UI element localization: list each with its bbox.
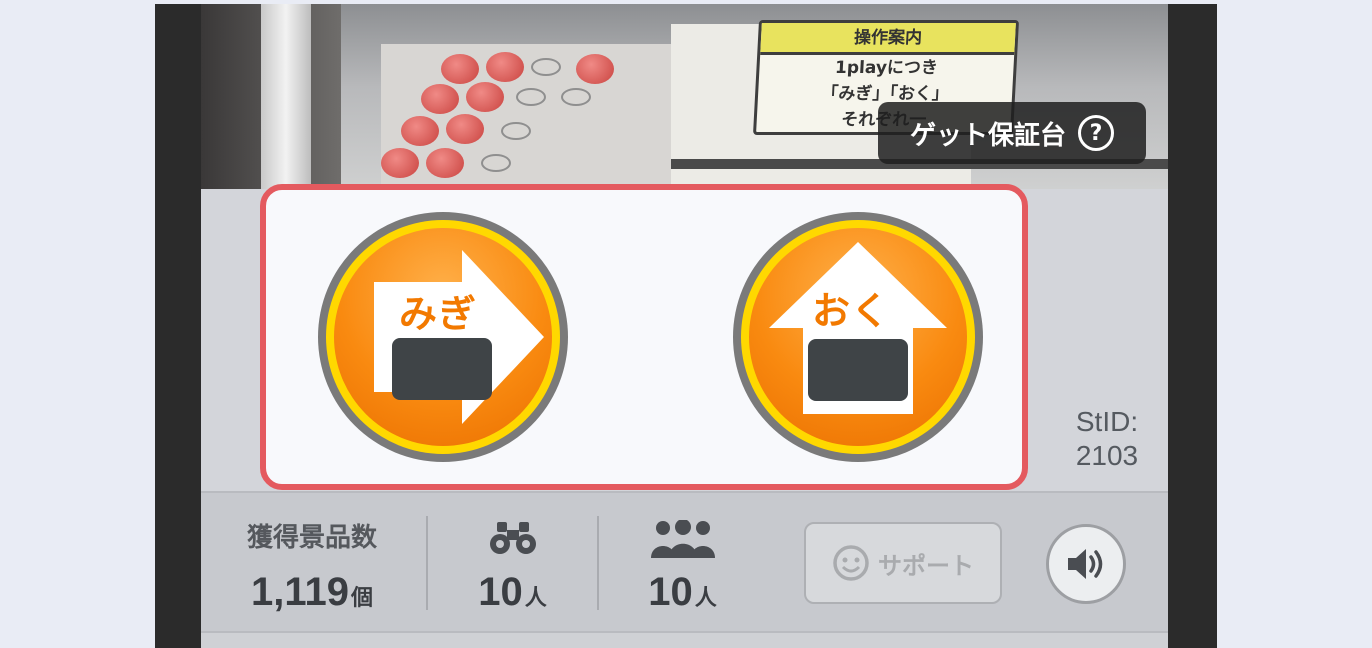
get-guarantee-label: ゲット保証台 [909,120,1066,151]
prize-ball [421,84,459,114]
back-button-label: おく [812,289,891,333]
station-id: StID: 2103 [1062,405,1152,473]
prize-ball [576,54,614,84]
sound-toggle-button[interactable] [1046,524,1126,604]
prize-ball [486,52,524,82]
prizes-won-stat: 獲得景品数 1,119個 [232,520,392,621]
speaker-icon [1068,549,1103,579]
players-value-row: 10人 [625,570,740,621]
players-value: 10 [648,570,693,614]
empty-slot [481,154,511,172]
back-move-button[interactable]: おく [733,212,983,462]
players-icon-row [625,520,740,558]
empty-slot [531,58,561,76]
button-ring: おく [741,220,975,454]
group-icon [650,520,715,558]
watchers-stat: 10人 [455,520,570,621]
station-id-label: StID: [1075,406,1139,437]
prizes-won-label: 獲得景品数 [246,523,377,553]
stat-divider [597,516,599,610]
watchers-value-row: 10人 [455,570,570,621]
button-face: みぎ [334,228,552,446]
prizes-won-value: 1,119 [251,570,349,614]
right-button-label: みぎ [399,292,478,336]
watchers-icon-row [455,520,570,556]
prize-ball [426,148,464,178]
smiley-icon [833,545,869,581]
station-id-value: 2103 [1075,440,1139,471]
empty-slot [516,88,546,106]
empty-slot [501,122,531,140]
status-bar-bottom [201,631,1168,648]
prize-ball [466,82,504,112]
players-unit: 人 [694,586,717,611]
prize-ball [401,116,439,146]
back-button-counter [808,339,908,401]
help-icon: ? [1078,115,1114,151]
prizes-won-value-row: 1,119個 [232,570,392,621]
watchers-unit: 人 [524,586,547,611]
support-button[interactable]: サポート [804,522,1002,604]
camera-pole [261,4,311,189]
guide-line: 1playにつき [834,58,939,78]
button-face: おく [749,228,967,446]
stat-divider [426,516,428,610]
prizes-won-unit: 個 [350,586,373,611]
get-guarantee-button[interactable]: ゲット保証台 ? [878,102,1146,164]
button-ring: みぎ [326,220,560,454]
guide-title: 操作案内 [760,23,1016,55]
prize-bin [381,44,671,189]
right-button-counter [392,338,492,400]
watchers-value: 10 [478,570,523,614]
empty-slot [561,88,591,106]
up-arrow-icon [769,242,947,414]
prize-ball [446,114,484,144]
prize-ball [381,148,419,178]
players-stat: 10人 [625,520,740,621]
binoculars-icon [489,522,536,554]
right-move-button[interactable]: みぎ [318,212,568,462]
support-label: サポート [878,551,974,580]
camera-feed: 操作案内 1playにつき 「みぎ」「おく」 それぞれ一 ゲット保証台 ? [201,4,1168,189]
prize-ball [441,54,479,84]
